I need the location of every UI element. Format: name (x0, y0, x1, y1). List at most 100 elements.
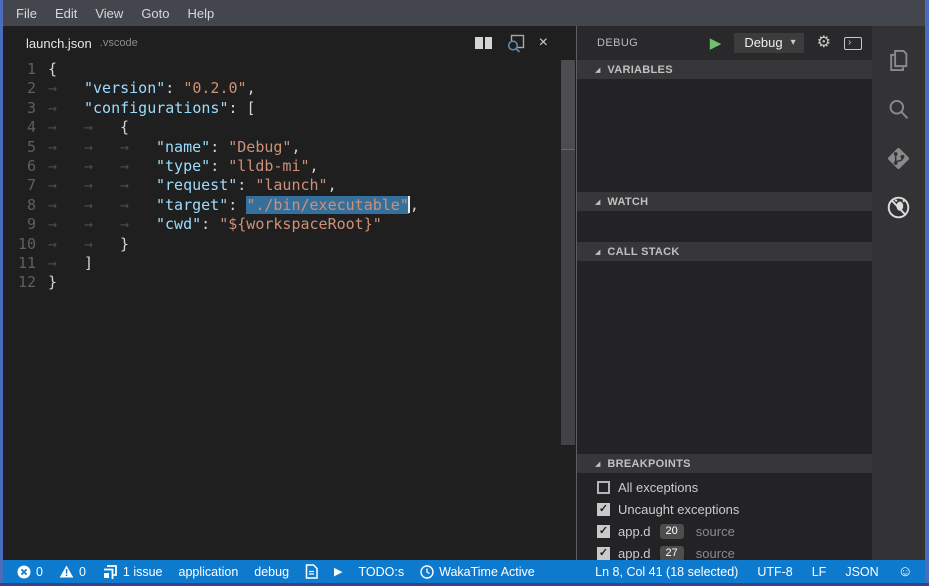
line-number: 5 (3, 138, 48, 157)
feedback-smiley-icon[interactable]: ☺ (898, 564, 913, 579)
source-control-icon[interactable] (877, 134, 921, 183)
breakpoint-label: Uncaught exceptions (618, 502, 739, 517)
file-task-indicator[interactable] (305, 564, 318, 579)
breakpoint-row[interactable]: ✓ Uncaught exceptions (577, 498, 872, 520)
menu-edit[interactable]: Edit (46, 6, 86, 21)
wakatime-indicator[interactable]: WakaTime Active (420, 565, 535, 579)
tab-folder-hint: .vscode (100, 37, 138, 49)
code-line[interactable]: 3→"configurations": [ (3, 99, 560, 118)
code-line[interactable]: 7→→→"request": "launch", (3, 176, 560, 195)
eol-indicator[interactable]: LF (812, 565, 827, 579)
task-application[interactable]: application (179, 565, 239, 579)
section-header-variables[interactable]: ◢ VARIABLES (577, 60, 872, 79)
breakpoint-checkbox[interactable]: ✓ (597, 547, 610, 560)
section-header-call-stack[interactable]: ◢ CALL STACK (577, 242, 872, 261)
line-number: 8 (3, 196, 48, 215)
encoding-indicator[interactable]: UTF-8 (757, 565, 792, 579)
close-icon[interactable]: × (539, 35, 548, 51)
menu-goto[interactable]: Goto (132, 6, 178, 21)
code-line[interactable]: 10→→} (3, 235, 560, 254)
tab-whitespace-icon: → (48, 79, 84, 98)
run-task-button[interactable]: ▶ (334, 565, 342, 578)
code-line[interactable]: 2→"version": "0.2.0", (3, 79, 560, 98)
code-line[interactable]: 1{ (3, 60, 560, 79)
tab-whitespace-icon: → (120, 215, 156, 234)
split-editor-icon[interactable] (475, 37, 492, 49)
code-line[interactable]: 8→→→"target": "./bin/executable", (3, 196, 560, 215)
section-header-watch[interactable]: ◢ WATCH (577, 192, 872, 211)
tab-whitespace-icon: → (48, 196, 84, 215)
breakpoint-checkbox[interactable]: ✓ (597, 525, 610, 538)
code-lines[interactable]: 1{2→"version": "0.2.0",3→"configurations… (3, 60, 560, 293)
todo-indicator[interactable]: TODO:s (359, 565, 405, 579)
variables-body (577, 79, 872, 192)
call-stack-label: CALL STACK (607, 246, 679, 258)
vscode-window: File Edit View Goto Help launch.json .vs… (0, 0, 929, 586)
tab-whitespace-icon: → (48, 235, 84, 254)
open-preview-icon[interactable] (506, 34, 525, 53)
line-number: 4 (3, 118, 48, 137)
tab-whitespace-icon: → (84, 138, 120, 157)
task-debug[interactable]: debug (254, 565, 289, 579)
line-content: →→→"name": "Debug", (48, 138, 301, 157)
line-content: →"configurations": [ (48, 99, 256, 118)
breakpoints-label: BREAKPOINTS (607, 458, 690, 470)
search-icon[interactable] (877, 85, 921, 134)
tab-whitespace-icon: → (48, 118, 84, 137)
menu-view[interactable]: View (86, 6, 132, 21)
tab-whitespace-icon: → (84, 118, 120, 137)
tab-filename[interactable]: launch.json (26, 36, 92, 51)
tab-whitespace-icon: → (120, 176, 156, 195)
tab-whitespace-icon: → (120, 157, 156, 176)
twistie-icon: ◢ (595, 460, 600, 468)
code-line[interactable]: 6→→→"type": "lldb-mi", (3, 157, 560, 176)
twistie-icon: ◢ (595, 248, 600, 256)
breakpoints-list: ✓All exceptions✓Uncaught exceptions✓app.… (577, 473, 872, 564)
debug-icon[interactable] (877, 183, 921, 232)
error-count[interactable]: 0 (17, 565, 43, 579)
line-number: 6 (3, 157, 48, 176)
line-number: 9 (3, 215, 48, 234)
language-mode[interactable]: JSON (845, 565, 878, 579)
issues-indicator[interactable]: 1 issue (102, 564, 163, 579)
warning-count[interactable]: 0 (59, 565, 86, 579)
watch-label: WATCH (607, 196, 648, 208)
debug-panel-title: DEBUG (597, 37, 638, 49)
play-icon: ▶ (334, 565, 342, 578)
document-icon (305, 564, 318, 579)
watch-body (577, 211, 872, 242)
menu-bar: File Edit View Goto Help (3, 0, 925, 26)
menu-file[interactable]: File (7, 6, 46, 21)
code-line[interactable]: 11→] (3, 254, 560, 273)
tab-whitespace-icon: → (84, 196, 120, 215)
menu-help[interactable]: Help (179, 6, 224, 21)
breakpoint-row[interactable]: ✓app.d20source (577, 520, 872, 542)
editor-scrollbar-thumb[interactable] (561, 60, 575, 445)
gear-icon[interactable]: ⚙ (817, 35, 831, 51)
scrollbar-decoration (561, 60, 575, 150)
line-number: 10 (3, 235, 48, 254)
breakpoint-detail: source (696, 524, 735, 539)
line-content: →→{ (48, 118, 129, 137)
start-debug-icon[interactable]: ▶ (710, 36, 722, 51)
code-line[interactable]: 5→→→"name": "Debug", (3, 138, 560, 157)
explorer-icon[interactable] (877, 36, 921, 85)
window-border-right (925, 0, 929, 586)
launch-config-dropdown[interactable]: Debug ▾ (734, 33, 803, 53)
code-line[interactable]: 4→→{ (3, 118, 560, 137)
line-content: →→→"cwd": "${workspaceRoot}" (48, 215, 382, 234)
section-header-breakpoints[interactable]: ◢ BREAKPOINTS (577, 454, 872, 473)
twistie-icon: ◢ (595, 198, 600, 206)
tab-whitespace-icon: → (120, 196, 156, 215)
breakpoint-row[interactable]: ✓All exceptions (577, 476, 872, 498)
editor-tab-bar: launch.json .vscode × (3, 26, 560, 60)
cursor-position[interactable]: Ln 8, Col 41 (18 selected) (595, 565, 738, 579)
breakpoint-checkbox[interactable]: ✓ (597, 481, 610, 494)
tab-whitespace-icon: → (84, 235, 120, 254)
line-number: 3 (3, 99, 48, 118)
breakpoint-checkbox[interactable]: ✓ (597, 503, 610, 516)
line-content: { (48, 60, 57, 79)
debug-console-icon[interactable]: › (844, 37, 862, 50)
code-line[interactable]: 9→→→"cwd": "${workspaceRoot}" (3, 215, 560, 234)
code-line[interactable]: 12} (3, 273, 560, 292)
